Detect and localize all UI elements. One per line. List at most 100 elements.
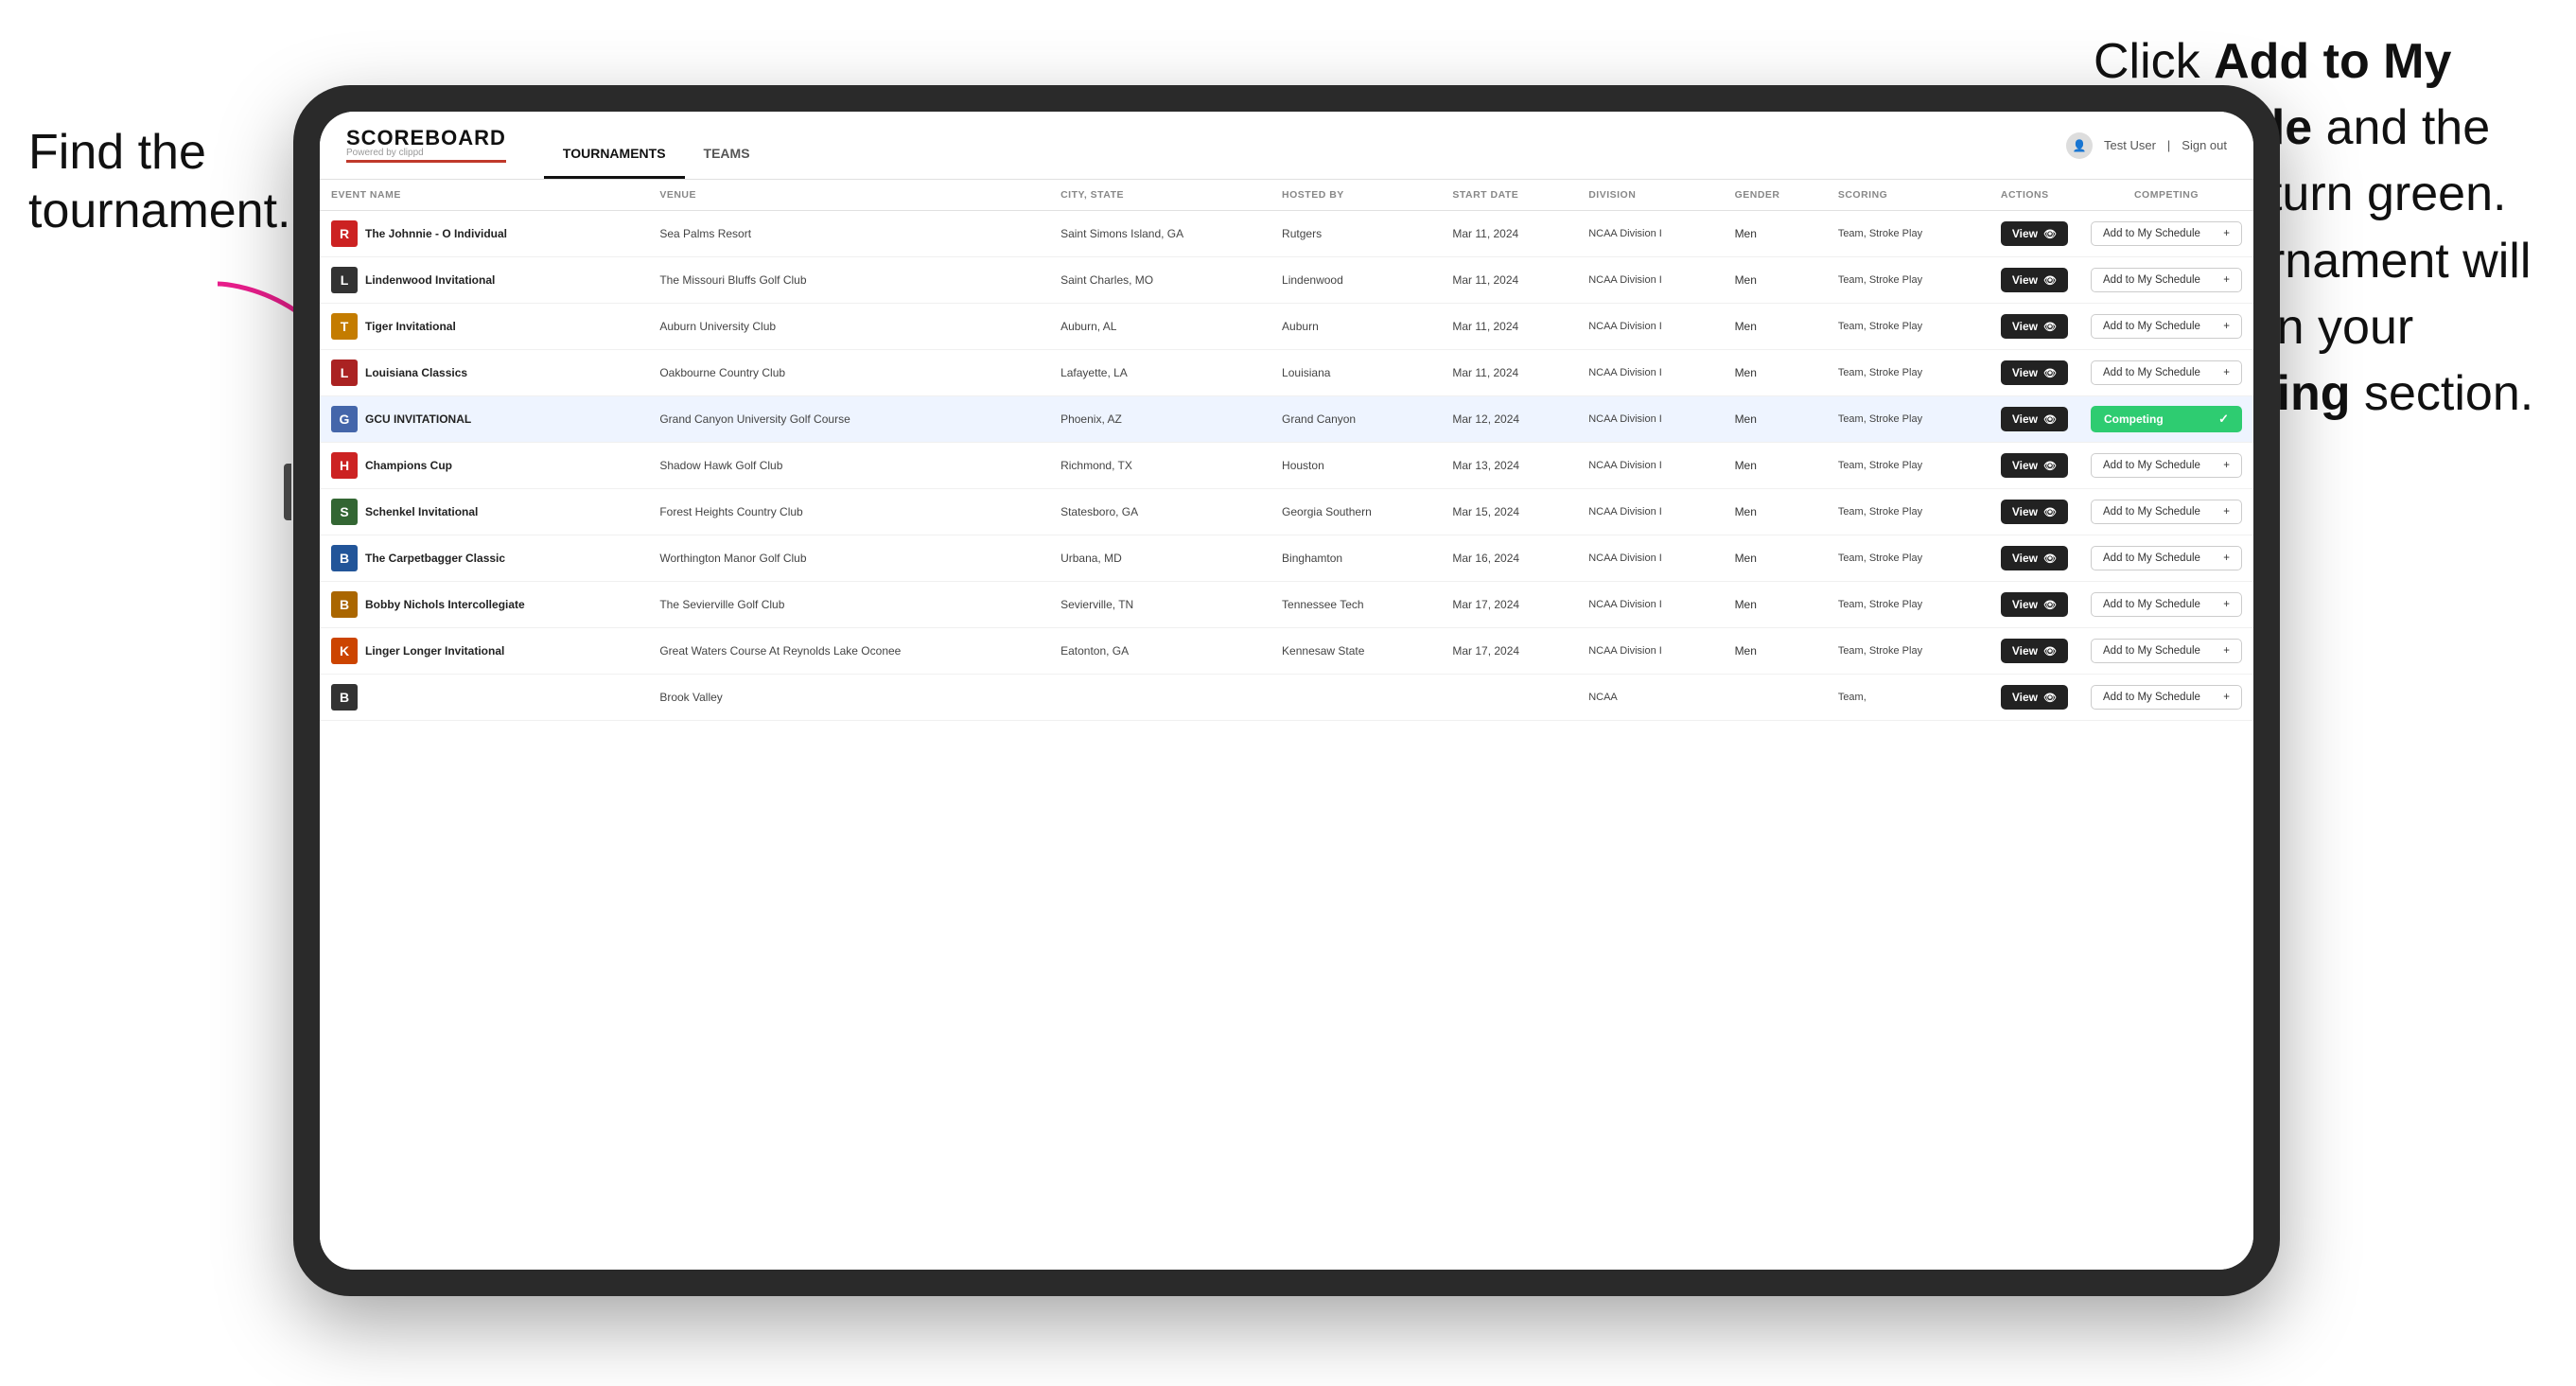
team-logo: L	[331, 360, 358, 386]
eye-icon: 👁	[2043, 413, 2057, 426]
col-venue: VENUE	[648, 180, 1049, 211]
cell-competing: Add to My Schedule +	[2079, 489, 2253, 535]
team-logo: G	[331, 406, 358, 432]
event-name-text: Champions Cup	[365, 459, 452, 472]
sign-out-link[interactable]: Sign out	[2182, 138, 2227, 152]
team-logo: K	[331, 638, 358, 664]
eye-icon: 👁	[2043, 460, 2057, 472]
cell-competing: Competing ✓	[2079, 396, 2253, 443]
view-label: View	[2012, 552, 2038, 565]
add-to-schedule-button[interactable]: Add to My Schedule +	[2091, 639, 2242, 663]
view-button[interactable]: View 👁	[2001, 639, 2068, 663]
cell-division: NCAA Division I	[1577, 396, 1723, 443]
view-button[interactable]: View 👁	[2001, 685, 2068, 710]
add-to-schedule-button[interactable]: Add to My Schedule +	[2091, 360, 2242, 385]
add-to-schedule-button[interactable]: Add to My Schedule +	[2091, 268, 2242, 292]
cell-scoring: Team, Stroke Play	[1827, 628, 1989, 675]
plus-icon: +	[2223, 645, 2230, 657]
cell-competing: Add to My Schedule +	[2079, 257, 2253, 304]
view-button[interactable]: View 👁	[2001, 407, 2068, 431]
cell-scoring: Team, Stroke Play	[1827, 582, 1989, 628]
view-button[interactable]: View 👁	[2001, 314, 2068, 339]
tab-teams[interactable]: TEAMS	[685, 112, 769, 179]
add-to-schedule-button[interactable]: Add to My Schedule +	[2091, 592, 2242, 617]
cell-gender: Men	[1724, 396, 1827, 443]
cell-gender: Men	[1724, 304, 1827, 350]
view-button[interactable]: View 👁	[2001, 500, 2068, 524]
add-to-schedule-button[interactable]: Add to My Schedule +	[2091, 221, 2242, 246]
cell-competing: Add to My Schedule +	[2079, 582, 2253, 628]
tab-tournaments[interactable]: TOURNAMENTS	[544, 112, 685, 179]
team-logo: T	[331, 313, 358, 340]
eye-icon: 👁	[2043, 553, 2057, 565]
cell-date: Mar 11, 2024	[1441, 350, 1577, 396]
cell-venue: Worthington Manor Golf Club	[648, 535, 1049, 582]
cell-scoring: Team, Stroke Play	[1827, 489, 1989, 535]
add-to-schedule-button[interactable]: Add to My Schedule +	[2091, 685, 2242, 710]
event-name-text: Linger Longer Invitational	[365, 644, 504, 658]
table-header-row: EVENT NAME VENUE CITY, STATE HOSTED BY S…	[320, 180, 2253, 211]
cell-event-name: K Linger Longer Invitational	[320, 628, 648, 675]
cell-venue: Auburn University Club	[648, 304, 1049, 350]
plus-icon: +	[2223, 553, 2230, 564]
cell-event-name: L Lindenwood Invitational	[320, 257, 648, 304]
eye-icon: 👁	[2043, 367, 2057, 379]
eye-icon: 👁	[2043, 692, 2057, 704]
cell-city: Saint Simons Island, GA	[1049, 211, 1270, 257]
view-button[interactable]: View 👁	[2001, 221, 2068, 246]
col-actions: ACTIONS	[1989, 180, 2079, 211]
table-row: B The Carpetbagger Classic Worthington M…	[320, 535, 2253, 582]
eye-icon: 👁	[2043, 228, 2057, 240]
cell-city: Phoenix, AZ	[1049, 396, 1270, 443]
cell-scoring: Team, Stroke Play	[1827, 257, 1989, 304]
cell-actions: View 👁	[1989, 304, 2079, 350]
add-to-schedule-button[interactable]: Add to My Schedule +	[2091, 314, 2242, 339]
header-right: 👤 Test User | Sign out	[2066, 132, 2227, 159]
cell-scoring: Team, Stroke Play	[1827, 350, 1989, 396]
col-scoring: SCORING	[1827, 180, 1989, 211]
add-to-schedule-button[interactable]: Add to My Schedule +	[2091, 546, 2242, 570]
add-to-schedule-button[interactable]: Add to My Schedule +	[2091, 453, 2242, 478]
logo-sub: Powered by clippd	[346, 149, 506, 158]
team-logo: B	[331, 684, 358, 711]
user-name: Test User	[2104, 138, 2156, 152]
view-label: View	[2012, 505, 2038, 518]
cell-city: Auburn, AL	[1049, 304, 1270, 350]
cell-hosted: Binghamton	[1270, 535, 1441, 582]
add-schedule-label: Add to My Schedule	[2103, 599, 2200, 610]
tablet-screen: SCOREBOARD Powered by clippd TOURNAMENTS…	[320, 112, 2253, 1270]
cell-venue: The Missouri Bluffs Golf Club	[648, 257, 1049, 304]
view-label: View	[2012, 273, 2038, 287]
cell-venue: The Sevierville Golf Club	[648, 582, 1049, 628]
tablet-side-button	[284, 464, 291, 520]
event-name-text: The Johnnie - O Individual	[365, 227, 507, 240]
table-row: H Champions Cup Shadow Hawk Golf Club Ri…	[320, 443, 2253, 489]
add-schedule-label: Add to My Schedule	[2103, 506, 2200, 518]
competing-button[interactable]: Competing ✓	[2091, 406, 2242, 432]
view-button[interactable]: View 👁	[2001, 546, 2068, 570]
cell-hosted	[1270, 675, 1441, 721]
cell-date: Mar 15, 2024	[1441, 489, 1577, 535]
cell-venue: Great Waters Course At Reynolds Lake Oco…	[648, 628, 1049, 675]
cell-event-name: H Champions Cup	[320, 443, 648, 489]
view-button[interactable]: View 👁	[2001, 360, 2068, 385]
view-button[interactable]: View 👁	[2001, 268, 2068, 292]
cell-event-name: R The Johnnie - O Individual	[320, 211, 648, 257]
add-schedule-label: Add to My Schedule	[2103, 367, 2200, 378]
cell-division: NCAA Division I	[1577, 535, 1723, 582]
cell-gender: Men	[1724, 535, 1827, 582]
cell-actions: View 👁	[1989, 396, 2079, 443]
cell-hosted: Grand Canyon	[1270, 396, 1441, 443]
view-button[interactable]: View 👁	[2001, 453, 2068, 478]
plus-icon: +	[2223, 599, 2230, 610]
view-button[interactable]: View 👁	[2001, 592, 2068, 617]
view-label: View	[2012, 227, 2038, 240]
logo-area: SCOREBOARD Powered by clippd	[346, 128, 506, 163]
cell-gender	[1724, 675, 1827, 721]
add-to-schedule-button[interactable]: Add to My Schedule +	[2091, 500, 2242, 524]
add-schedule-label: Add to My Schedule	[2103, 460, 2200, 471]
cell-venue: Oakbourne Country Club	[648, 350, 1049, 396]
cell-actions: View 👁	[1989, 535, 2079, 582]
cell-date: Mar 16, 2024	[1441, 535, 1577, 582]
view-label: View	[2012, 691, 2038, 704]
